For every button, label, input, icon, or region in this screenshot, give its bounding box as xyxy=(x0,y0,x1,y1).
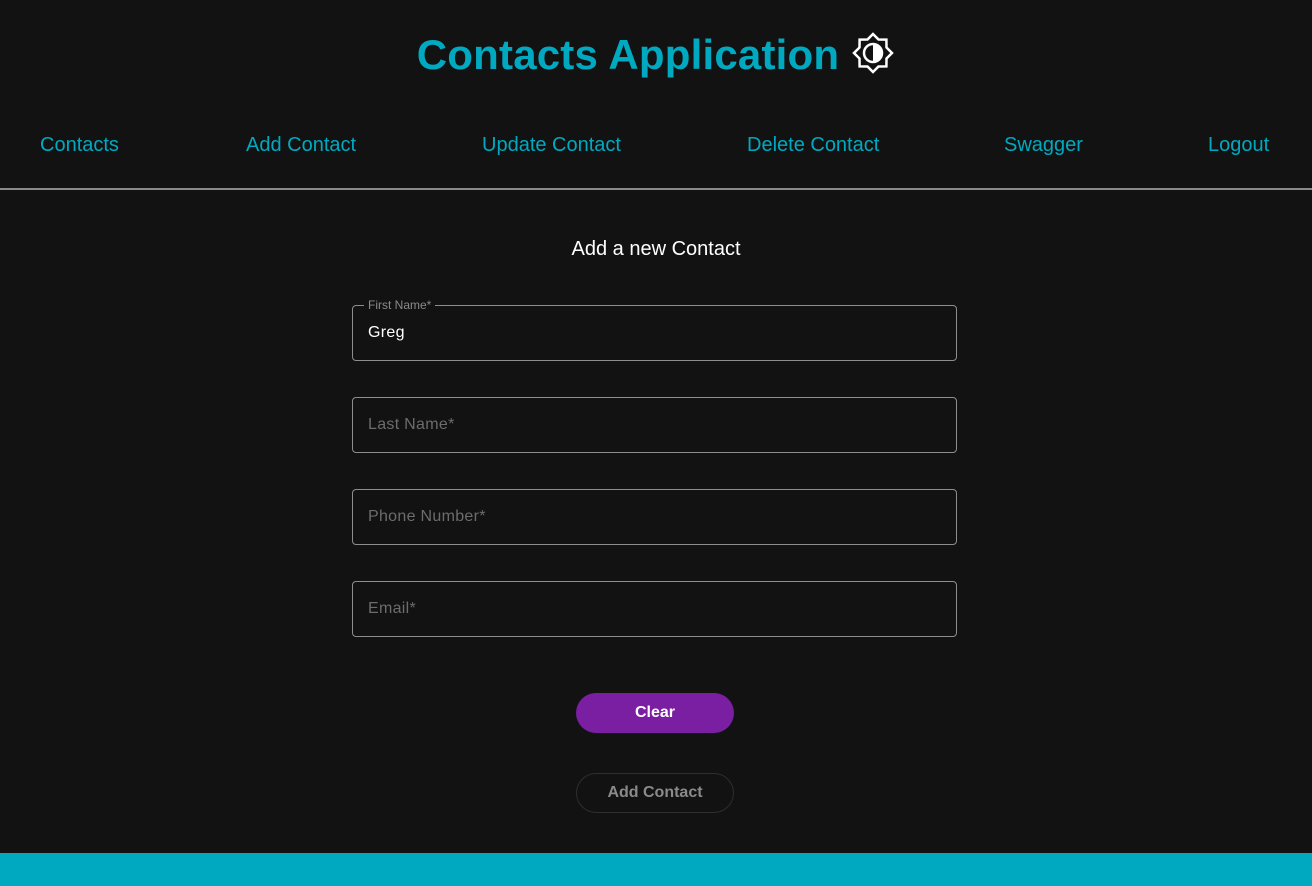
first-name-input[interactable] xyxy=(353,306,956,360)
last-name-field xyxy=(352,397,957,453)
nav-contacts[interactable]: Contacts xyxy=(40,134,119,157)
first-name-field: First Name* xyxy=(352,298,957,361)
app-header: Contacts Application xyxy=(0,0,1312,110)
email-field xyxy=(352,581,957,637)
main-nav: Contacts Add Contact Update Contact Dele… xyxy=(0,120,1312,172)
nav-swagger[interactable]: Swagger xyxy=(1004,134,1083,157)
app-title: Contacts Application xyxy=(416,31,840,78)
page: Contacts Application Contacts Add Contac… xyxy=(0,0,1312,886)
last-name-input[interactable] xyxy=(353,398,956,452)
form-title: Add a new Contact xyxy=(571,238,741,260)
nav-update-contact[interactable]: Update Contact xyxy=(482,134,621,157)
nav-divider xyxy=(0,188,1312,190)
phone-number-input[interactable] xyxy=(353,490,956,544)
footer-bar xyxy=(0,853,1312,886)
email-input[interactable] xyxy=(353,582,956,636)
nav-logout[interactable]: Logout xyxy=(1208,134,1269,157)
theme-toggle-icon[interactable] xyxy=(851,31,895,75)
add-contact-button[interactable]: Add Contact xyxy=(576,773,734,813)
phone-number-field xyxy=(352,489,957,545)
nav-add-contact[interactable]: Add Contact xyxy=(246,134,356,157)
clear-button[interactable]: Clear xyxy=(576,693,734,733)
nav-delete-contact[interactable]: Delete Contact xyxy=(747,134,879,157)
